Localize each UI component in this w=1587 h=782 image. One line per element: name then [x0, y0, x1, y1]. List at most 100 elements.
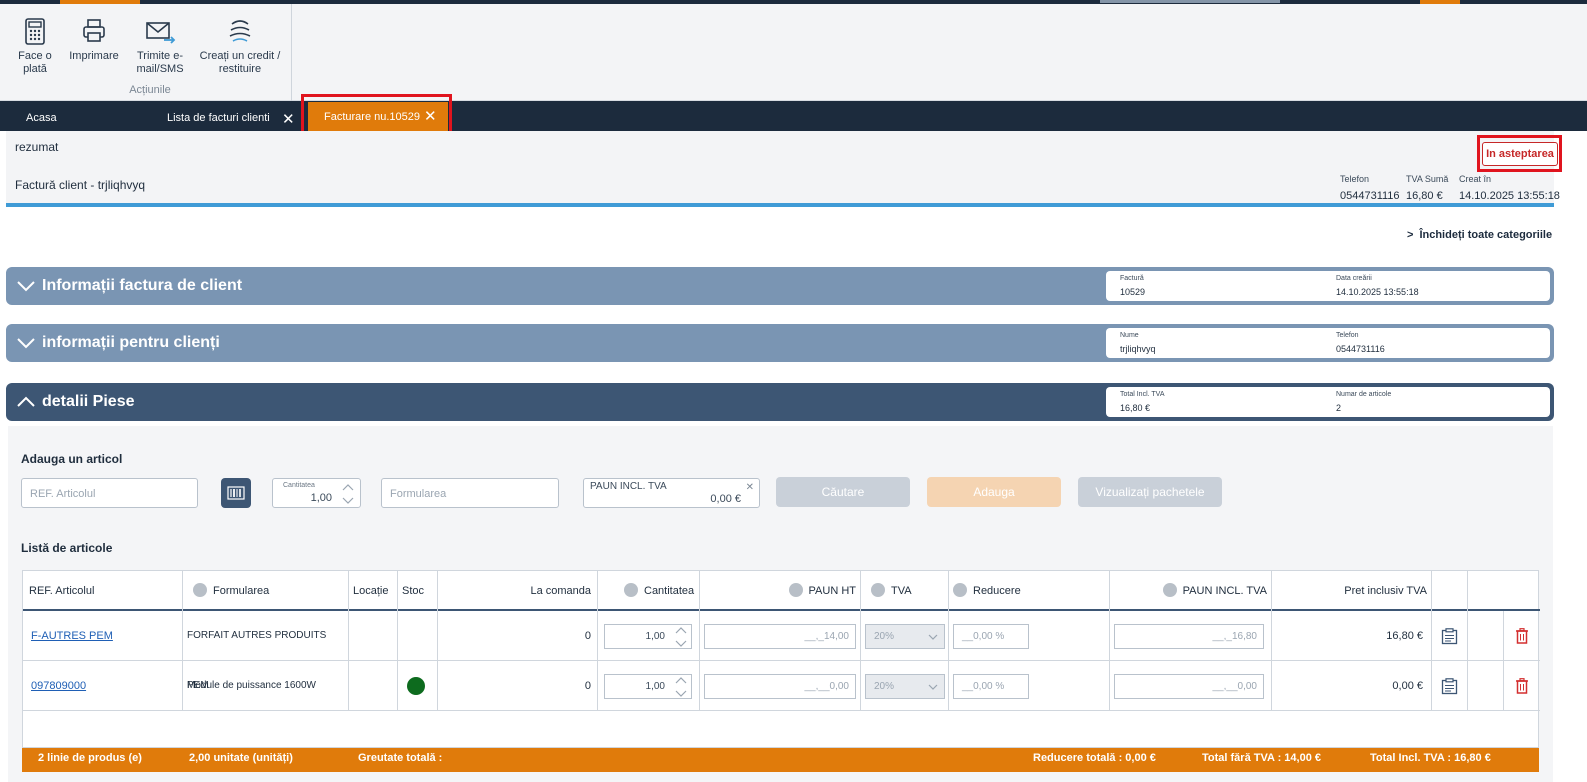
close-all-categories-link[interactable]: > Închideți toate categoriile — [1407, 229, 1552, 241]
cell-formulation: Module de puissance 1600W — [183, 661, 349, 711]
row-price-ht-input[interactable]: __,_14,00 — [704, 624, 856, 649]
cell-location — [349, 611, 398, 661]
tab-active-label: Facturare nu.10529 — [324, 111, 421, 123]
col-stock[interactable]: Stoc — [398, 571, 438, 611]
edit-column-icon — [1162, 583, 1177, 598]
footer-total-ht: Total fără TVA : 14,00 € — [1202, 752, 1322, 764]
edit-column-icon — [788, 583, 803, 598]
chevron-down-icon — [17, 338, 35, 349]
tab-bar: Acasa Lista de facturi clienti ✕ — [0, 101, 1587, 131]
payment-icon — [25, 18, 45, 45]
send-email-sms-button[interactable]: Trimite e-mail/SMS — [130, 16, 190, 76]
row-quantity-value: 1,00 — [645, 631, 665, 642]
col-price-ht[interactable]: PAUN HT — [700, 571, 861, 611]
col-ref[interactable]: REF. Articolul — [23, 571, 183, 611]
clipboard-details-icon[interactable] — [1441, 678, 1458, 695]
quantity-stepper[interactable]: Cantitatea 1,00 — [272, 478, 361, 508]
in-stock-dot-icon — [407, 677, 425, 695]
chevron-down-icon — [928, 634, 938, 640]
print-button[interactable]: Imprimare — [64, 16, 124, 63]
section-invoice-info[interactable]: Informații factura de client Factură 1052… — [6, 267, 1554, 305]
stepper-arrows-icon[interactable] — [340, 481, 356, 507]
close-tab-invoice-list-icon[interactable]: ✕ — [282, 112, 295, 127]
cell-ref[interactable]: F-AUTRES PEM — [23, 611, 183, 661]
row-price-incl-input[interactable]: __,_16,80 — [1114, 624, 1264, 649]
cell-details — [1432, 661, 1468, 711]
quantity-value: 1,00 — [310, 492, 332, 504]
close-tab-active-icon[interactable]: ✕ — [424, 109, 437, 124]
price-incl-vat-input[interactable]: PAUN INCL. TVA 0,00 € ✕ — [583, 478, 760, 508]
row-discount-input[interactable]: __0,00 % — [953, 674, 1029, 699]
price-incl-vat-label: PAUN INCL. TVA — [590, 481, 667, 492]
client-phone-value: 0544731116 — [1336, 344, 1385, 354]
col-actions — [1432, 571, 1468, 611]
clear-icon[interactable]: ✕ — [746, 482, 754, 493]
client-phone-label: Telefon — [1336, 332, 1359, 339]
top-grey-bar — [1100, 0, 1280, 3]
article-count: Numar de articole 2 — [1336, 391, 1391, 413]
section-parts-details[interactable]: detalii Piese Total Incl. TVA 16,80 € Num… — [6, 383, 1554, 421]
trash-icon[interactable] — [1515, 628, 1529, 644]
stepper-arrows-icon[interactable] — [674, 625, 688, 649]
row-vat-select[interactable]: 20% — [865, 624, 945, 649]
article-ref-link[interactable]: 097809000 — [31, 680, 86, 692]
summary-created: Creat în 14.10.2025 13:55:18 — [1459, 174, 1560, 202]
col-vat[interactable]: TVA — [861, 571, 949, 611]
view-packages-button[interactable]: Vizualizați pachetele — [1078, 477, 1222, 507]
barcode-icon — [227, 486, 245, 500]
summary-vat: TVA Sumă 16,80 € — [1406, 174, 1448, 202]
make-payment-label: Face o plată — [18, 50, 52, 75]
add-button[interactable]: Adauga — [927, 477, 1061, 507]
invoice-number: Factură 10529 — [1120, 275, 1145, 297]
printer-icon — [83, 19, 105, 42]
summary-title: rezumat — [15, 140, 59, 154]
client-phone: Telefon 0544731116 — [1336, 332, 1385, 354]
col-on-order[interactable]: La comanda — [438, 571, 598, 611]
chevron-down-icon — [928, 684, 938, 690]
create-credit-refund-button[interactable]: Creați un credit / restituire — [198, 16, 282, 76]
footer-total-incl: Total Incl. TVA : 16,80 € — [1370, 752, 1491, 764]
row-vat-select[interactable]: 20% — [865, 674, 945, 699]
row-discount-value: __0,00 % — [962, 631, 1005, 642]
cell-spacer — [1468, 611, 1504, 661]
col-total-incl[interactable]: Pret inclusiv TVA — [1272, 571, 1432, 611]
ref-article-placeholder: REF. Articolul — [30, 488, 96, 500]
client-name-label: Nume — [1120, 332, 1139, 339]
barcode-scan-button[interactable] — [221, 478, 251, 508]
section-client-info[interactable]: informații pentru clienți Nume trjliqhvyq… — [6, 324, 1554, 362]
tab-active-invoice[interactable]: Facturare nu.10529 ✕ — [308, 102, 448, 131]
ref-article-input[interactable]: REF. Articolul — [21, 478, 198, 508]
client-name: Nume trjliqhvyq — [1120, 332, 1156, 354]
row-price-ht-input[interactable]: __,__0,00 — [704, 674, 856, 699]
article-ref-link[interactable]: F-AUTRES PEM — [31, 630, 113, 642]
row-price-incl-input[interactable]: __,__0,00 — [1114, 674, 1264, 699]
col-ref-label: REF. Articolul — [29, 585, 95, 597]
stepper-arrows-icon[interactable] — [674, 675, 688, 699]
table-header: REF. Articolul Formularea Locație Stoc L… — [23, 571, 1540, 611]
col-formulation[interactable]: Formularea — [183, 571, 349, 611]
cell-ref[interactable]: 097809000 — [23, 661, 183, 711]
clipboard-details-icon[interactable] — [1441, 628, 1458, 645]
col-formulation-label: Formularea — [213, 585, 270, 597]
creation-date: Data creării 14.10.2025 13:55:18 — [1336, 275, 1419, 297]
add-article-heading: Adauga un articol — [21, 452, 123, 466]
col-price-incl[interactable]: PAUN INCL. TVA — [1110, 571, 1272, 611]
tab-invoice-list[interactable]: Lista de facturi clienti — [167, 101, 270, 131]
cell-total-incl: 0,00 € — [1272, 661, 1432, 711]
col-quantity[interactable]: Cantitatea — [598, 571, 700, 611]
col-discount[interactable]: Reducere — [949, 571, 1110, 611]
summary-vat-value: 16,80 € — [1406, 190, 1443, 202]
row-discount-input[interactable]: __0,00 % — [953, 624, 1029, 649]
quantity-label: Cantitatea — [283, 482, 315, 489]
print-label: Imprimare — [69, 50, 119, 62]
search-button[interactable]: Căutare — [776, 477, 910, 507]
row-vat-value: 20% — [874, 631, 895, 642]
cell-vat: 20% — [861, 661, 949, 711]
make-payment-button[interactable]: Face o plată — [12, 16, 58, 76]
trash-icon[interactable] — [1515, 678, 1529, 694]
col-location[interactable]: Locație — [349, 571, 398, 611]
tab-home[interactable]: Acasa — [26, 101, 57, 131]
formulation-input[interactable]: Formularea — [381, 478, 559, 508]
cell-price-ht: __,_14,00 — [700, 611, 861, 661]
status-badge[interactable]: In asteptarea — [1482, 142, 1558, 166]
